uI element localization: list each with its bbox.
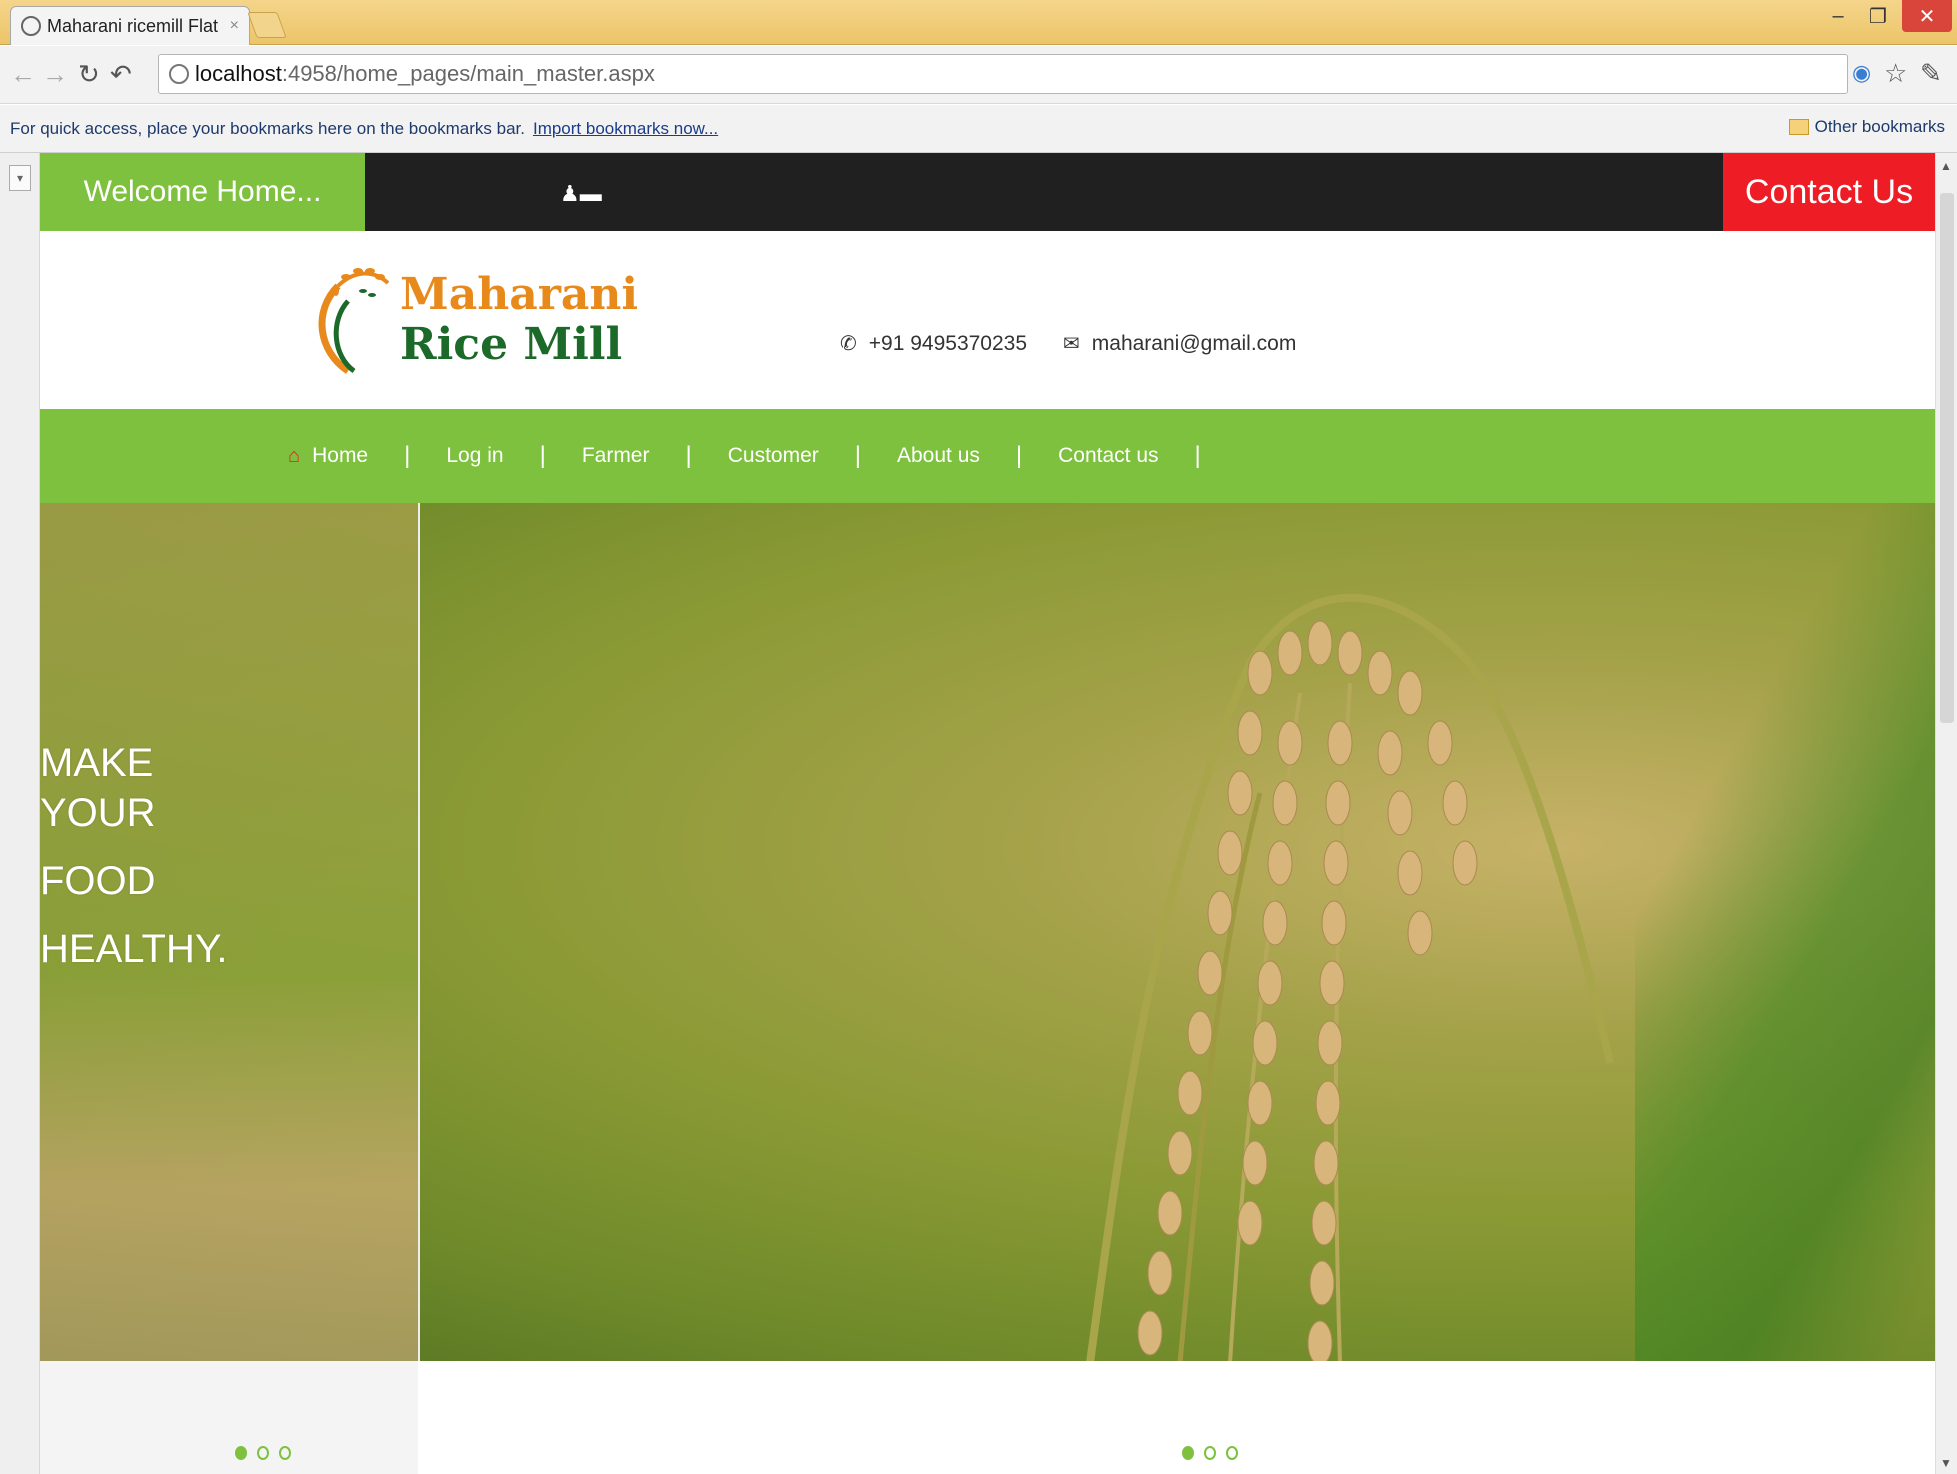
left-gutter: ▾ [0,153,40,1474]
address-bar[interactable]: localhost:4958/home_pages/main_master.as… [158,54,1848,94]
url-path: :4958/home_pages/main_master.aspx [281,61,655,86]
maximize-button[interactable]: ❐ [1859,0,1897,32]
scroll-up-icon[interactable]: ▲ [1940,159,1952,173]
folder-icon [1788,119,1809,135]
globe-icon [21,16,41,36]
rice-stalk-logo-icon [318,268,390,374]
browser-tab[interactable]: Maharani ricemill Flat Boot × [10,6,250,45]
nav-about-us[interactable]: About us [897,444,980,468]
slider-dot[interactable] [235,1446,247,1460]
nav-login[interactable]: Log in [446,444,503,468]
tagline-line-3: FOOD [40,859,156,903]
nav-farmer[interactable]: Farmer [582,444,650,468]
slider-dot[interactable] [1204,1446,1216,1460]
new-tab-button[interactable] [247,12,287,38]
home-icon[interactable]: ⌂ [288,445,300,468]
forward-arrow-icon[interactable]: → [42,59,68,90]
web-page: Welcome Home... ♟▬ Contact Us Maharani R… [40,153,1935,1474]
slider-pagination-right [1182,1446,1238,1460]
chrome-extension-icon[interactable]: ◉ [1852,60,1871,86]
slider-dot[interactable] [1226,1446,1238,1460]
browser-toolbar: ← → ↻ ↶ localhost:4958/home_pages/main_m… [0,46,1957,104]
url-host: localhost [195,61,282,86]
nav-separator: | [539,442,546,469]
dropdown-toggle[interactable]: ▾ [9,165,31,191]
nav-home[interactable]: Home [312,444,368,468]
contact-info: ✆ +91 9495370235 ✉ maharani@gmail.com [840,331,1296,356]
nav-separator: | [685,442,692,469]
scroll-thumb[interactable] [1940,193,1954,723]
close-window-button[interactable]: ✕ [1902,0,1952,32]
email-icon: ✉ [1063,333,1080,355]
nav-separator: | [404,442,411,469]
hero-tagline: MAKE YOUR FOOD HEALTHY. [40,738,227,974]
nav-separator: | [1194,442,1201,469]
page-info-icon[interactable] [169,64,189,84]
main-navigation: ⌂ Home | Log in | Farmer | Customer | Ab… [40,409,1935,503]
other-bookmarks-label: Other bookmarks [1814,117,1945,136]
site-logo[interactable]: Maharani Rice Mill [308,261,668,381]
browser-title-bar: Maharani ricemill Flat Boot × – ❐ ✕ [0,0,1957,45]
nav-separator: | [854,442,861,469]
tagline-line-2: YOUR [40,791,156,835]
bookmarks-bar: For quick access, place your bookmarks h… [0,105,1957,153]
nav-contact-us[interactable]: Contact us [1058,444,1158,468]
logo-text-rice-mill: Rice Mill [400,319,623,370]
history-undo-icon[interactable]: ↶ [110,59,132,90]
logo-text-maharani: Maharani [400,269,639,320]
tab-close-icon[interactable]: × [230,17,239,35]
hero-banner: MAKE YOUR FOOD HEALTHY. [40,503,1935,1363]
slider-dot[interactable] [257,1446,269,1460]
other-bookmarks-button[interactable]: Other bookmarks [1788,117,1945,137]
contact-us-button[interactable]: Contact Us [1723,153,1935,231]
rice-panicle-image [1086,593,1614,1363]
email-address[interactable]: maharani@gmail.com [1092,332,1297,356]
tab-title: Maharani ricemill Flat Boot [47,15,224,36]
user-icon[interactable]: ♟▬ [560,181,602,207]
phone-icon: ✆ [840,333,857,355]
slider-dot[interactable] [279,1446,291,1460]
bookmark-star-icon[interactable]: ☆ [1884,58,1907,89]
nav-customer[interactable]: Customer [728,444,819,468]
slider-pagination-left [235,1446,291,1460]
slider-dot[interactable] [1182,1446,1194,1460]
vertical-scrollbar[interactable]: ▲ ▼ [1935,153,1957,1474]
bookmarks-message: For quick access, place your bookmarks h… [10,118,525,138]
back-arrow-icon[interactable]: ← [10,59,36,90]
below-hero [40,1361,1935,1474]
nav-separator: | [1015,442,1023,469]
welcome-banner: Welcome Home... [40,153,365,231]
top-bar: Welcome Home... ♟▬ Contact Us [40,153,1935,231]
wrench-icon[interactable]: ✎ [1920,58,1942,89]
import-bookmarks-link[interactable]: Import bookmarks now... [533,119,718,139]
phone-number: +91 9495370235 [868,331,1028,355]
scroll-down-icon[interactable]: ▼ [1940,1456,1952,1470]
tagline-line-4: HEALTHY. [40,927,228,971]
site-header: Maharani Rice Mill ✆ +91 9495370235 ✉ ma… [40,231,1935,409]
column-divider [418,503,420,1361]
reload-icon[interactable]: ↻ [78,59,100,90]
minimize-button[interactable]: – [1819,0,1857,32]
tagline-line-1: MAKE [40,741,154,785]
